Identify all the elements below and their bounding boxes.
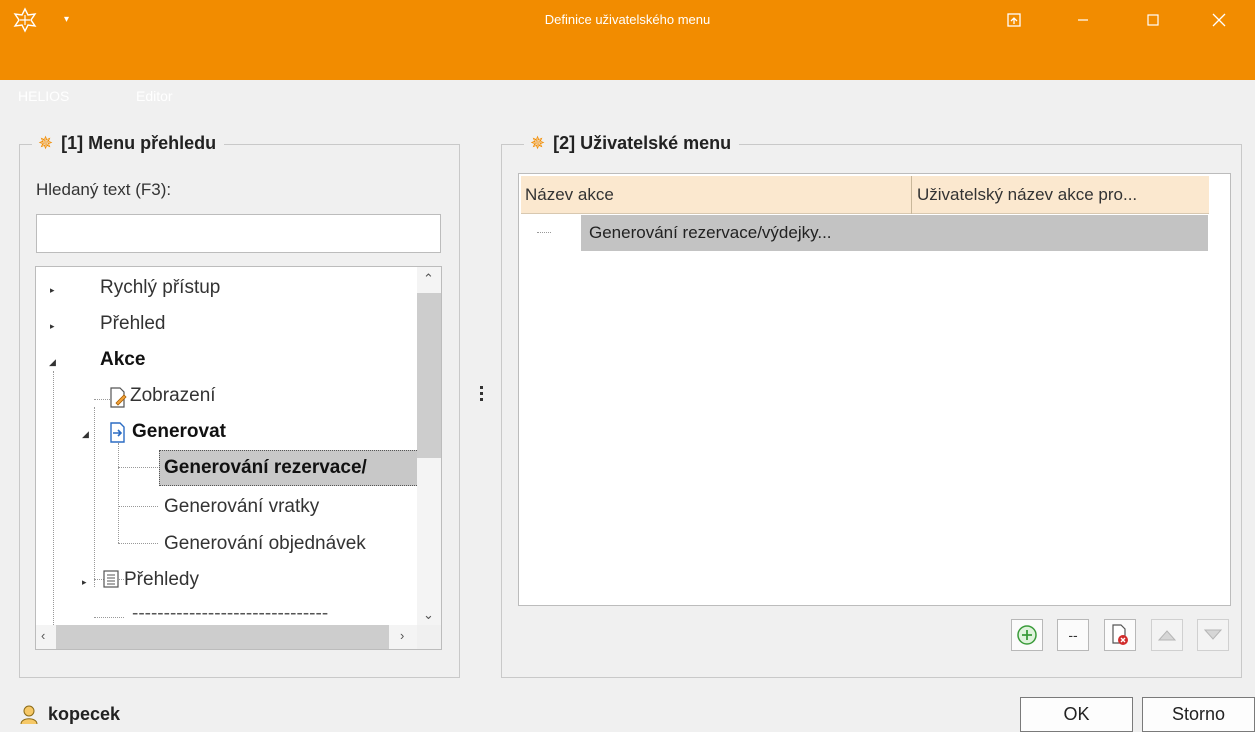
restore-ribbon-button[interactable] (991, 0, 1037, 40)
scroll-up-icon[interactable]: ⌃ (423, 271, 434, 287)
edit-document-icon (110, 387, 127, 408)
tree-item-generovani-vratky[interactable]: Generování vratky (164, 496, 319, 518)
move-down-button[interactable] (1197, 619, 1229, 651)
menu-editor[interactable]: Editor (136, 88, 173, 104)
tree-horizontal-scrollbar[interactable]: ‹ › (36, 625, 420, 649)
menu-helios[interactable]: HELIOS (18, 88, 69, 104)
title-bar: ▾ Definice uživatelského menu HELIOS Edi… (0, 0, 1255, 104)
user-menu-grid[interactable]: Název akce Uživatelský název akce pro...… (518, 173, 1231, 606)
user-name: kopecek (48, 703, 121, 724)
search-input[interactable] (36, 214, 441, 253)
tree-line (94, 617, 124, 618)
tree-item-generovat[interactable]: Generovat (132, 421, 226, 443)
scroll-right-icon[interactable]: › (400, 628, 404, 643)
column-nazev-akce[interactable]: Název akce (521, 176, 912, 214)
tree-item-prehled[interactable]: Přehled (100, 313, 166, 335)
add-separator-button[interactable]: -- (1057, 619, 1089, 651)
pin-icon[interactable]: ✵ (38, 133, 53, 154)
tree-line (118, 506, 158, 507)
expand-icon[interactable]: ▸ (82, 577, 87, 588)
right-panel-title: [2] Uživatelské menu (553, 133, 732, 153)
tree-line (118, 543, 158, 544)
move-up-button[interactable] (1151, 619, 1183, 651)
ok-button[interactable]: OK (1020, 697, 1133, 732)
close-button[interactable] (1196, 0, 1242, 40)
tree-item-rychly-pristup[interactable]: Rychlý přístup (100, 277, 220, 299)
column-uzivatelsky-nazev[interactable]: Uživatelský název akce pro... (913, 176, 1209, 214)
tree-item-generovani-rezervace[interactable]: Generování rezervace/ (164, 457, 367, 479)
grid-tree-line (537, 232, 551, 233)
grid-header: Název akce Uživatelský název akce pro... (521, 176, 1209, 214)
right-panel-header: ✵ [2] Uživatelské menu (524, 133, 740, 154)
collapse-icon[interactable]: ◢ (49, 357, 56, 368)
title-row: ▾ Definice uživatelského menu (0, 0, 1255, 40)
tree-line (118, 443, 119, 543)
delete-document-icon (1112, 624, 1128, 645)
generate-icon (110, 422, 125, 443)
close-icon (1212, 13, 1226, 27)
add-item-button[interactable] (1011, 619, 1043, 651)
scroll-corner (417, 625, 441, 649)
arrow-down-icon (1204, 629, 1222, 640)
minimize-button[interactable] (1060, 0, 1106, 40)
tree-item-separator[interactable]: ------------------------------- (132, 603, 328, 625)
ribbon-toggle-icon (1007, 13, 1021, 27)
tree-item-generovani-objednavek[interactable]: Generování objednávek (164, 533, 366, 555)
maximize-icon (1147, 14, 1159, 26)
scroll-down-icon[interactable]: ⌄ (423, 607, 434, 623)
tree-item-prehledy[interactable]: Přehledy (124, 569, 199, 591)
horizontal-scroll-thumb[interactable] (56, 625, 389, 649)
cancel-button[interactable]: Storno (1142, 697, 1255, 732)
expand-icon[interactable]: ▸ (50, 285, 55, 296)
left-panel-title: [1] Menu přehledu (61, 133, 217, 153)
overview-list-icon (103, 570, 119, 588)
expand-icon[interactable]: ▸ (50, 321, 55, 332)
panel-splitter[interactable] (480, 386, 484, 404)
tree-line (53, 371, 54, 631)
tree-vertical-scrollbar[interactable]: ⌃ ⌄ (417, 267, 441, 627)
collapse-icon[interactable]: ◢ (82, 429, 89, 440)
menu-tree[interactable]: ▸ Rychlý přístup ▸ Přehled ◢ Akce Zobraz… (35, 266, 442, 650)
search-label: Hledaný text (F3): (36, 180, 172, 199)
user-icon (20, 705, 38, 725)
tree-line (94, 407, 95, 587)
minimize-icon (1078, 19, 1088, 21)
maximize-button[interactable] (1130, 0, 1176, 40)
add-icon (1017, 625, 1037, 645)
current-user: kopecek (18, 703, 120, 725)
delete-item-button[interactable] (1104, 619, 1136, 651)
left-panel-header: ✵ [1] Menu přehledu (32, 133, 225, 154)
arrow-up-icon (1158, 630, 1176, 641)
vertical-scroll-thumb[interactable] (417, 293, 441, 458)
table-row[interactable]: Generování rezervace/výdejky... (581, 215, 1208, 251)
pin-icon[interactable]: ✵ (530, 133, 545, 154)
tree-item-akce[interactable]: Akce (100, 349, 145, 371)
tree-line (118, 467, 158, 468)
tree-item-zobrazeni[interactable]: Zobrazení (130, 385, 216, 407)
scroll-left-icon[interactable]: ‹ (41, 628, 45, 643)
